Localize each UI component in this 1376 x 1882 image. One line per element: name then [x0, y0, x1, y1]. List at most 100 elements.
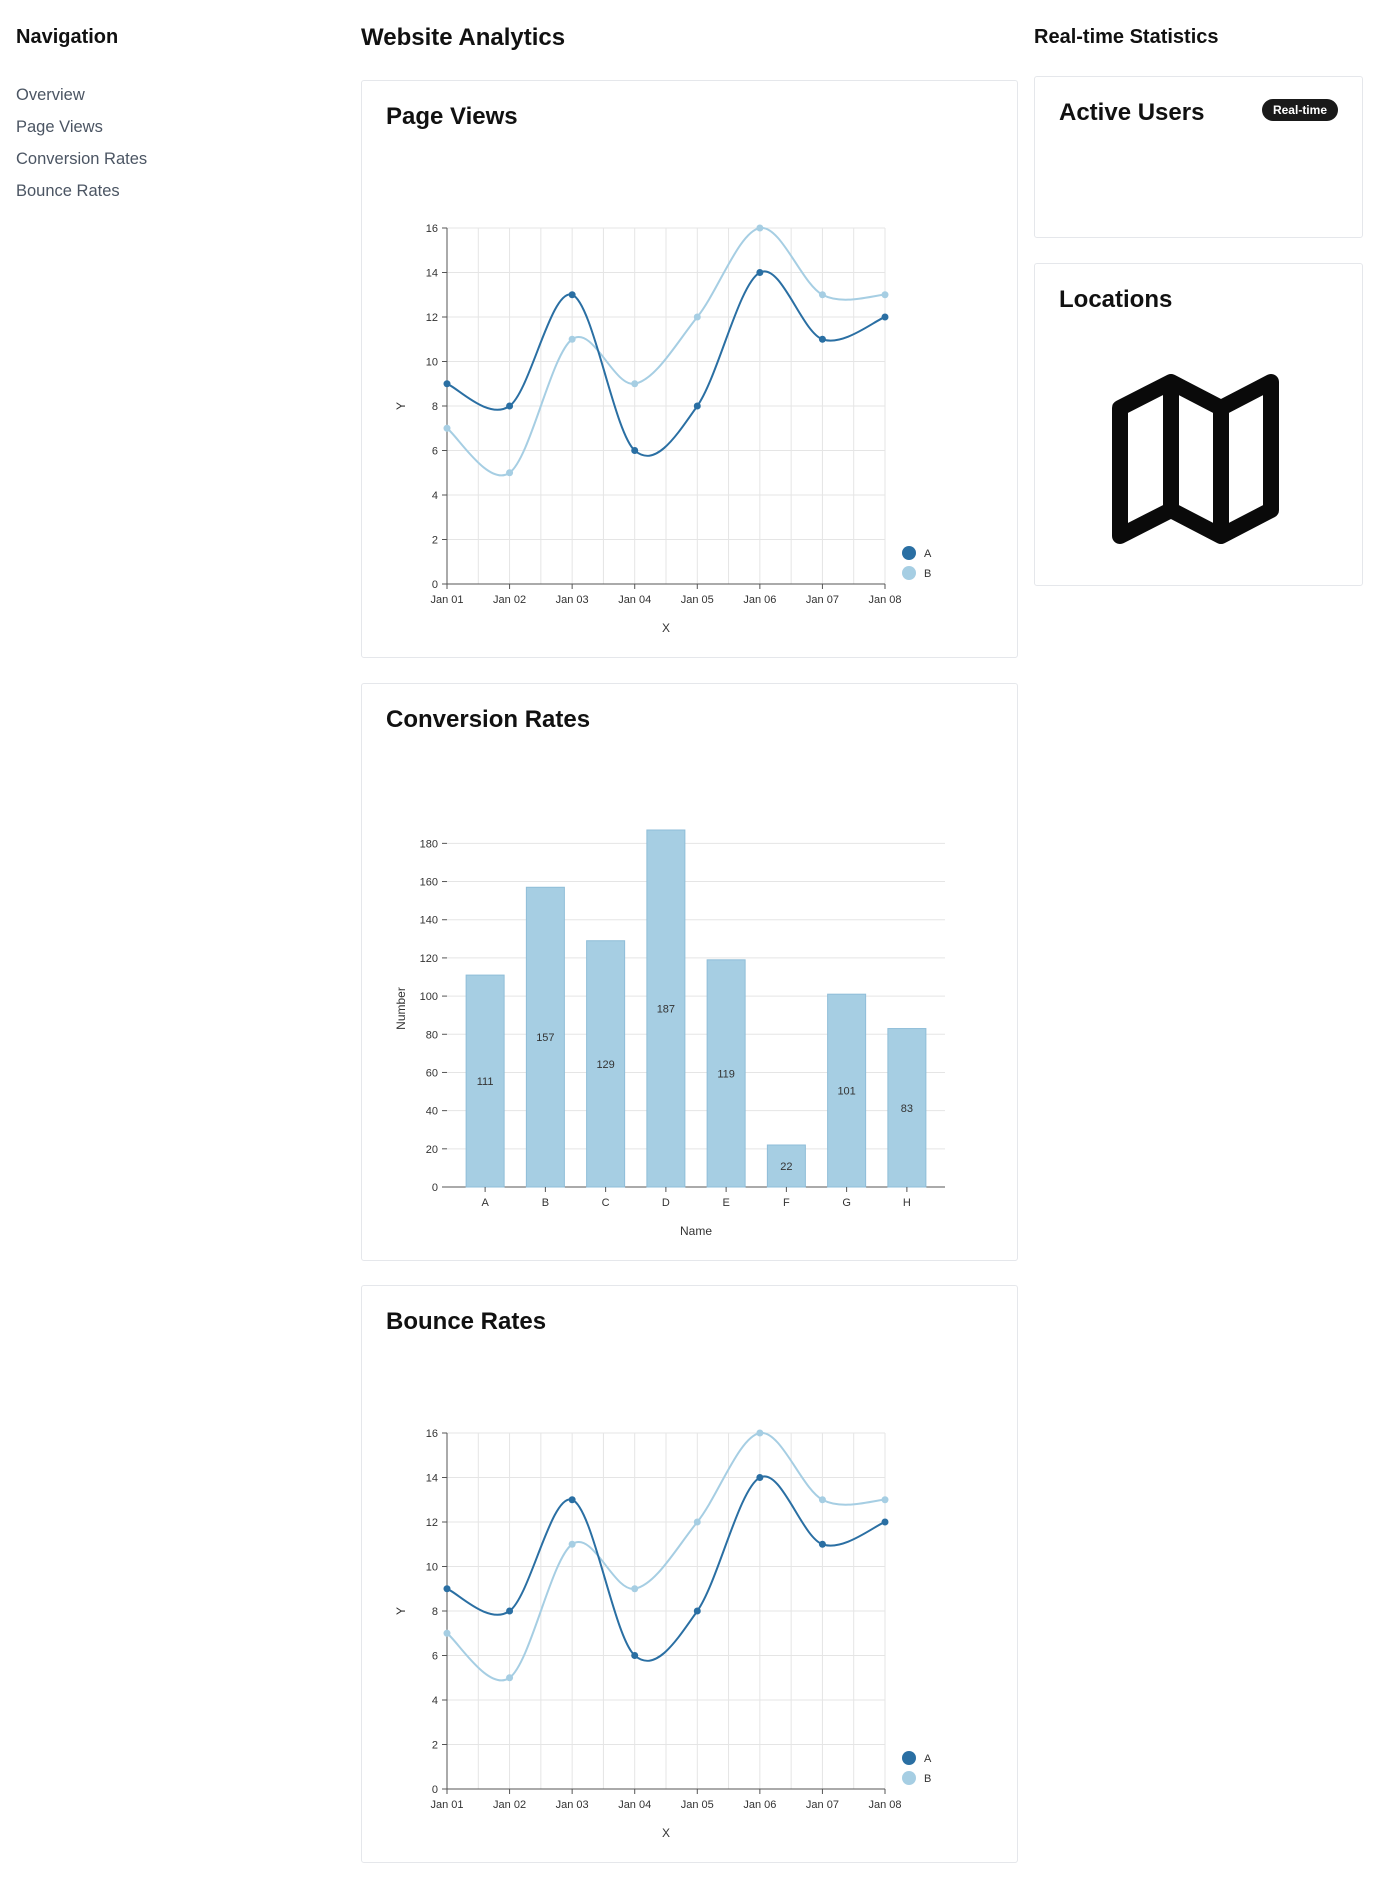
x-axis-label: X: [662, 1826, 670, 1840]
bounce-rates-card: Bounce Rates 0 2 4 6 8 10 12 14 16 Jan 01 Jan 02 Ja…: [361, 1285, 1018, 1863]
x-tick-label: E: [722, 1197, 729, 1209]
y-tick-label: 12: [426, 312, 438, 324]
data-point-b: [568, 1540, 576, 1548]
legend-swatch-b: [902, 566, 916, 580]
y-tick-label: 8: [432, 1606, 438, 1618]
data-point-a: [443, 380, 451, 388]
x-tick-label: A: [481, 1197, 489, 1209]
realtime-statistics-title: Real-time Statistics: [1034, 26, 1219, 48]
bar-value-label: 119: [717, 1068, 735, 1080]
x-tick-label: Jan 04: [618, 1799, 651, 1811]
page-views-card: Page Views 0 2 4 6 8 10 12 14 16 Jan 01 Jan 02 Jan …: [361, 80, 1018, 658]
legend-label-b: B: [924, 568, 931, 580]
data-point-a: [756, 269, 764, 276]
x-tick-label: Jan 05: [681, 1799, 714, 1811]
data-point-a: [631, 1652, 639, 1659]
data-point-b: [881, 291, 889, 299]
data-point-a: [506, 402, 514, 410]
bar-value-label: 129: [596, 1059, 614, 1071]
legend-swatch-b: [902, 1771, 916, 1785]
data-point-b: [818, 1496, 826, 1504]
data-point-a: [881, 313, 889, 321]
data-point-b: [568, 335, 576, 343]
y-tick-label: 140: [420, 915, 438, 927]
y-tick-label: 10: [426, 1562, 438, 1574]
y-tick-label: 2: [432, 535, 438, 547]
data-point-b: [443, 424, 451, 432]
data-point-a: [818, 1540, 826, 1548]
y-tick-label: 16: [426, 223, 438, 235]
y-tick-label: 0: [432, 579, 438, 591]
nav-list: Overview Page Views Conversion Rates Bou…: [16, 79, 316, 207]
x-tick-label: Jan 02: [493, 1799, 526, 1811]
y-tick-label: 4: [432, 490, 438, 502]
page-title: Website Analytics: [361, 24, 566, 51]
y-tick-label: 160: [420, 877, 438, 889]
y-axis-label: Y: [394, 1607, 408, 1615]
nav-item-bounce-rates[interactable]: Bounce Rates: [16, 175, 316, 207]
legend-label-a: A: [924, 1753, 932, 1765]
nav-item-page-views[interactable]: Page Views: [16, 111, 316, 143]
data-point-b: [693, 313, 701, 321]
conversion-rates-chart: 0 20 40 60 80 100 120 140 160 180 111 A 157 B 129 C 187 D…: [394, 829, 945, 1238]
x-tick-label: Jan 06: [743, 1799, 776, 1811]
data-point-b: [818, 291, 826, 299]
data-point-a: [443, 1585, 451, 1593]
y-tick-label: 2: [432, 1740, 438, 1752]
data-point-b: [756, 1429, 764, 1437]
y-tick-label: 8: [432, 401, 438, 413]
y-tick-label: 6: [432, 446, 438, 458]
x-tick-label: Jan 03: [556, 594, 589, 606]
bar-value-label: 22: [780, 1161, 792, 1173]
y-tick-label: 0: [432, 1182, 438, 1194]
data-point-a: [818, 335, 826, 343]
y-tick-label: 14: [426, 1473, 438, 1485]
x-tick-label: Jan 08: [868, 1799, 901, 1811]
data-point-b: [693, 1518, 701, 1526]
bounce-rates-chart: 0 2 4 6 8 10 12 14 16 Jan 01 Jan 02 Jan 03 Jan 04 Jan…: [394, 1428, 932, 1840]
x-tick-label: D: [662, 1197, 670, 1209]
x-tick-label: Jan 08: [868, 594, 901, 606]
y-tick-label: 40: [426, 1106, 438, 1118]
x-tick-label: Jan 05: [681, 594, 714, 606]
x-tick-label: Jan 07: [806, 594, 839, 606]
active-users-title: Active Users: [1059, 99, 1205, 126]
data-point-a: [693, 1607, 701, 1615]
bar-value-label: 187: [657, 1004, 675, 1016]
sidebar-navigation: Navigation Overview Page Views Conversio…: [16, 26, 316, 207]
x-tick-label: G: [842, 1197, 851, 1209]
x-tick-label: Jan 01: [430, 1799, 463, 1811]
active-users-card: Active Users Real-time: [1034, 76, 1363, 238]
x-tick-label: Jan 03: [556, 1799, 589, 1811]
x-tick-label: Jan 07: [806, 1799, 839, 1811]
nav-item-conversion-rates[interactable]: Conversion Rates: [16, 143, 316, 175]
x-tick-label: F: [783, 1197, 790, 1209]
y-tick-label: 80: [426, 1029, 438, 1041]
x-tick-label: Jan 01: [430, 594, 463, 606]
y-tick-label: 12: [426, 1517, 438, 1529]
data-point-a: [568, 1496, 576, 1504]
legend-label-a: A: [924, 548, 932, 560]
nav-item-overview[interactable]: Overview: [16, 79, 316, 111]
y-tick-label: 0: [432, 1784, 438, 1796]
x-tick-label: Jan 06: [743, 594, 776, 606]
y-tick-label: 4: [432, 1695, 438, 1707]
x-tick-label: B: [542, 1197, 549, 1209]
locations-card: Locations: [1034, 263, 1363, 586]
data-point-a: [881, 1518, 889, 1526]
bar-value-label: 157: [536, 1032, 554, 1044]
data-point-b: [631, 1585, 639, 1593]
legend-label-b: B: [924, 1773, 931, 1785]
x-axis-label: Name: [680, 1224, 712, 1238]
data-point-b: [756, 224, 764, 232]
y-tick-label: 20: [426, 1144, 438, 1156]
y-tick-label: 100: [420, 991, 438, 1003]
page-views-chart: 0 2 4 6 8 10 12 14 16 Jan 01 Jan 02 Jan 03 Jan 04 Jan…: [394, 223, 932, 635]
x-tick-label: Jan 04: [618, 594, 651, 606]
y-tick-label: 180: [420, 838, 438, 850]
x-tick-label: H: [903, 1197, 911, 1209]
y-tick-label: 120: [420, 953, 438, 965]
data-point-b: [506, 1674, 514, 1682]
data-point-b: [631, 380, 639, 388]
data-point-b: [443, 1629, 451, 1637]
